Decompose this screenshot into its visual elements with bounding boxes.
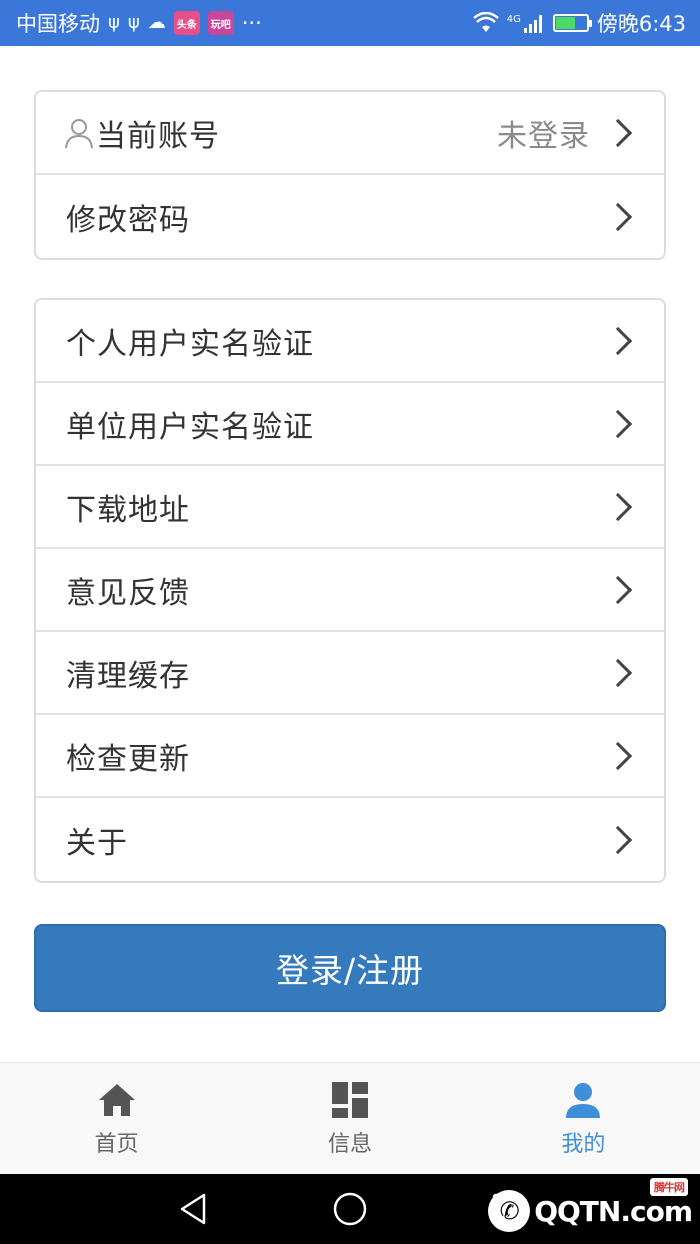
cloud-icon: ☁ (147, 12, 166, 33)
status-bar-left: 中国移动 ψ ψ ☁ 头条 玩吧 ··· (16, 8, 262, 38)
system-navigation-bar: 腾牛网 ✆ QQTN.com (0, 1174, 700, 1244)
watermark: 腾牛网 ✆ QQTN.com (488, 1178, 693, 1232)
app-notification-icon: 头条 (173, 11, 200, 35)
chevron-right-icon (603, 741, 633, 770)
tab-mine[interactable]: 我的 (467, 1063, 700, 1174)
chevron-right-icon (603, 202, 633, 231)
about-row[interactable]: 关于 (36, 798, 664, 881)
organization-verification-label: 单位用户实名验证 (66, 409, 314, 445)
tab-home[interactable]: 首页 (0, 1063, 233, 1174)
status-bar: 中国移动 ψ ψ ☁ 头条 玩吧 ··· 4G 傍晚6:43 (0, 0, 700, 46)
user-icon (566, 1082, 601, 1118)
watermark-badge: 腾牛网 (650, 1178, 688, 1196)
feedback-label: 意见反馈 (66, 575, 190, 611)
wifi-icon (472, 12, 499, 32)
chevron-right-icon (603, 658, 633, 687)
network-type-label: 4G (506, 14, 521, 25)
profile-page: 当前账号 未登录 修改密码 个人用户实名验证 单位用户实名验证 下载地址 意见反… (0, 46, 700, 1062)
download-address-label: 下载地址 (66, 492, 190, 528)
chevron-right-icon (603, 118, 633, 147)
personal-verification-row[interactable]: 个人用户实名验证 (36, 300, 664, 383)
change-password-row[interactable]: 修改密码 (36, 175, 664, 258)
check-update-row[interactable]: 检查更新 (36, 715, 664, 798)
download-address-row[interactable]: 下载地址 (36, 466, 664, 549)
back-icon[interactable] (176, 1191, 212, 1227)
change-password-label: 修改密码 (66, 202, 190, 238)
current-account-label: 当前账号 (96, 118, 220, 154)
tab-home-label: 首页 (94, 1131, 139, 1157)
login-register-button[interactable]: 登录/注册 (34, 924, 666, 1012)
watermark-logo-icon: ✆ (488, 1190, 531, 1232)
chevron-right-icon (603, 492, 633, 521)
home-icon (98, 1083, 135, 1116)
organization-verification-row[interactable]: 单位用户实名验证 (36, 383, 664, 466)
home-button-icon[interactable] (332, 1191, 368, 1227)
chevron-right-icon (603, 326, 633, 355)
clear-cache-row[interactable]: 清理缓存 (36, 632, 664, 715)
battery-icon (552, 14, 592, 32)
login-status-value: 未登录 (497, 118, 590, 154)
feedback-row[interactable]: 意见反馈 (36, 549, 664, 632)
tab-info[interactable]: 信息 (233, 1063, 466, 1174)
tab-info-label: 信息 (327, 1131, 372, 1157)
settings-group: 个人用户实名验证 单位用户实名验证 下载地址 意见反馈 清理缓存 检查更新 关于 (34, 298, 666, 883)
grid-icon (331, 1081, 368, 1118)
more-notifications-icon: ··· (241, 11, 262, 35)
account-group: 当前账号 未登录 修改密码 (34, 90, 666, 260)
check-update-label: 检查更新 (66, 741, 190, 777)
chevron-right-icon (603, 409, 633, 438)
watermark-text: QQTN.com (534, 1194, 693, 1228)
user-outline-icon (65, 118, 93, 148)
about-label: 关于 (66, 825, 128, 861)
clock: 傍晚6:43 (596, 12, 686, 36)
clear-cache-label: 清理缓存 (66, 658, 190, 694)
status-bar-right: 4G 傍晚6:43 (472, 8, 686, 38)
current-account-row[interactable]: 当前账号 未登录 (36, 92, 664, 175)
carrier-name: 中国移动 (16, 12, 100, 36)
usb-icon: ψ (108, 12, 120, 33)
personal-verification-label: 个人用户实名验证 (66, 326, 314, 362)
bottom-tab-bar: 首页 信息 我的 (0, 1062, 700, 1174)
app-notification-icon: 玩吧 (207, 11, 234, 35)
usb-icon: ψ (127, 12, 140, 33)
chevron-right-icon (603, 575, 633, 604)
signal-icon (523, 15, 542, 33)
chevron-right-icon (603, 825, 633, 854)
tab-mine-label: 我的 (561, 1131, 606, 1157)
